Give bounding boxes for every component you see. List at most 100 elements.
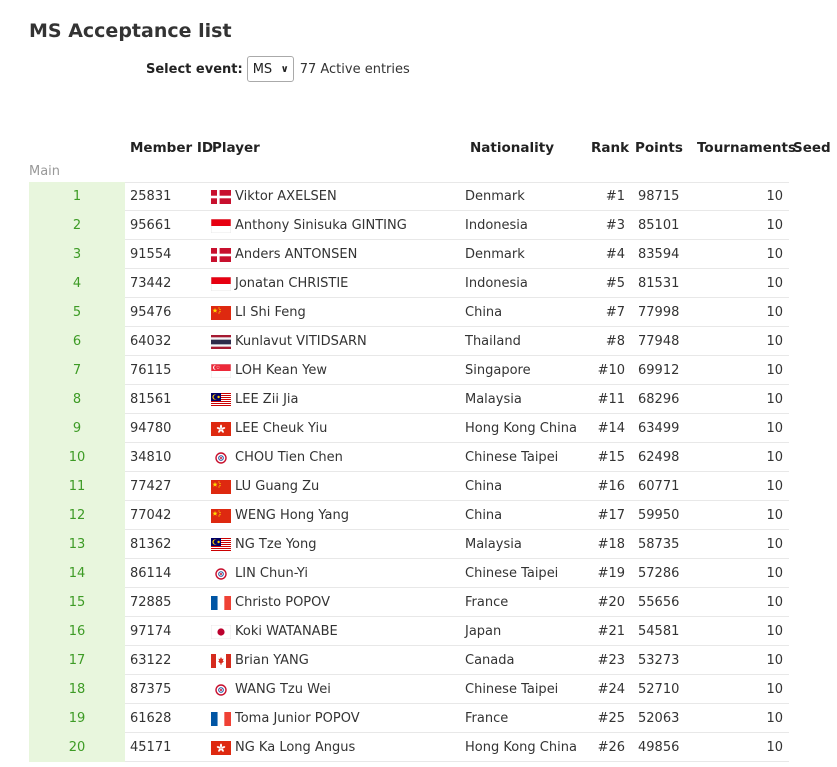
- row-number: 12: [29, 501, 125, 530]
- row-number: 18: [29, 675, 125, 704]
- nationality-cell: Hong Kong China: [465, 421, 577, 436]
- tournaments-cell: 10: [766, 392, 783, 407]
- column-header-seed[interactable]: Seed: [793, 140, 831, 156]
- points-cell: 58735: [638, 537, 680, 552]
- rank-cell: #8: [605, 334, 625, 349]
- points-cell: 83594: [638, 247, 680, 262]
- table-row: 20 45171 NG Ka Long Angus Hong Kong China #2…: [29, 733, 837, 762]
- column-header-nationality[interactable]: Nationality: [470, 140, 554, 156]
- table-row: 4 73442 Jonatan CHRISTIE Indonesia #5 81531 10: [29, 269, 837, 298]
- player-link[interactable]: NG Tze Yong: [235, 530, 317, 560]
- player-link[interactable]: LEE Zii Jia: [235, 385, 298, 415]
- tournaments-cell: 10: [766, 479, 783, 494]
- row-number: 8: [29, 385, 125, 414]
- nationality-cell: Singapore: [465, 363, 531, 378]
- points-cell: 81531: [638, 276, 680, 291]
- rank-cell: #21: [597, 624, 625, 639]
- nationality-cell: China: [465, 508, 503, 523]
- table-row: 1 25831 Viktor AXELSEN Denmark #1 98715 10: [29, 182, 837, 211]
- table-row: 18 87375 WANG Tzu Wei Chinese Taipei #24 5271…: [29, 675, 837, 704]
- player-link[interactable]: CHOU Tien Chen: [235, 443, 343, 473]
- table-row: 14 86114 LIN Chun-Yi Chinese Taipei #19 57286…: [29, 559, 837, 588]
- column-header-player[interactable]: Player: [212, 140, 260, 156]
- member-id-cell: 95476: [130, 305, 172, 320]
- member-id-cell: 64032: [130, 334, 172, 349]
- row-number: 13: [29, 530, 125, 559]
- player-link[interactable]: WANG Tzu Wei: [235, 675, 331, 705]
- tournaments-cell: 10: [766, 276, 783, 291]
- player-link[interactable]: LI Shi Feng: [235, 298, 306, 328]
- member-id-cell: 87375: [130, 682, 172, 697]
- points-cell: 63499: [638, 421, 680, 436]
- nationality-cell: China: [465, 479, 503, 494]
- rank-cell: #10: [597, 363, 625, 378]
- malaysia-flag-icon: [211, 393, 231, 407]
- rank-cell: #16: [597, 479, 625, 494]
- nationality-cell: Chinese Taipei: [465, 450, 559, 465]
- table-row: 10 34810 CHOU Tien Chen Chinese Taipei #15 62…: [29, 443, 837, 472]
- player-link[interactable]: Jonatan CHRISTIE: [235, 269, 348, 299]
- table-row: 13 81362 NG Tze Yong Malaysia #18 58735 10: [29, 530, 837, 559]
- section-label-main: Main: [29, 164, 61, 179]
- indonesia-flag-icon: [211, 219, 231, 233]
- tournaments-cell: 10: [766, 305, 783, 320]
- nationality-cell: Japan: [465, 624, 502, 639]
- column-header-rank[interactable]: Rank: [591, 140, 629, 156]
- column-header-member-id[interactable]: Member ID: [130, 140, 213, 156]
- rank-cell: #25: [597, 711, 625, 726]
- rank-cell: #11: [597, 392, 625, 407]
- player-link[interactable]: Anders ANTONSEN: [235, 240, 357, 270]
- player-link[interactable]: LOH Kean Yew: [235, 356, 327, 386]
- points-cell: 60771: [638, 479, 680, 494]
- chevron-down-icon: ∨: [280, 63, 289, 75]
- member-id-cell: 94780: [130, 421, 172, 436]
- rank-cell: #20: [597, 595, 625, 610]
- points-cell: 52710: [638, 682, 680, 697]
- member-id-cell: 97174: [130, 624, 172, 639]
- points-cell: 57286: [638, 566, 680, 581]
- points-cell: 98715: [638, 189, 680, 204]
- rank-cell: #14: [597, 421, 625, 436]
- player-link[interactable]: LU Guang Zu: [235, 472, 319, 502]
- rank-cell: #26: [597, 740, 625, 755]
- tournaments-cell: 10: [766, 189, 783, 204]
- acceptance-table: 1 25831 Viktor AXELSEN Denmark #1 98715 10 2 956…: [29, 182, 837, 762]
- row-number: 19: [29, 704, 125, 733]
- player-link[interactable]: Brian YANG: [235, 646, 309, 676]
- player-link[interactable]: Toma Junior POPOV: [235, 704, 360, 734]
- row-number: 4: [29, 269, 125, 298]
- player-link[interactable]: Viktor AXELSEN: [235, 182, 337, 212]
- tournaments-cell: 10: [766, 682, 783, 697]
- page-title: MS Acceptance list: [29, 20, 232, 42]
- member-id-cell: 73442: [130, 276, 172, 291]
- nationality-cell: Indonesia: [465, 218, 528, 233]
- points-cell: 77998: [638, 305, 680, 320]
- rank-cell: #23: [597, 653, 625, 668]
- player-link[interactable]: LIN Chun-Yi: [235, 559, 308, 589]
- rank-cell: #3: [605, 218, 625, 233]
- row-number: 10: [29, 443, 125, 472]
- indonesia-flag-icon: [211, 277, 231, 291]
- nationality-cell: Hong Kong China: [465, 740, 577, 755]
- tournaments-cell: 10: [766, 740, 783, 755]
- malaysia-flag-icon: [211, 538, 231, 552]
- points-cell: 68296: [638, 392, 680, 407]
- tournaments-cell: 10: [766, 363, 783, 378]
- player-link[interactable]: WENG Hong Yang: [235, 501, 349, 531]
- column-header-tournaments[interactable]: Tournaments: [697, 140, 796, 156]
- singapore-flag-icon: [211, 364, 231, 378]
- column-header-points[interactable]: Points: [635, 140, 683, 156]
- nationality-cell: Chinese Taipei: [465, 682, 559, 697]
- table-row: 7 76115 LOH Kean Yew Singapore #10 69912 10: [29, 356, 837, 385]
- rank-cell: #7: [605, 305, 625, 320]
- player-link[interactable]: NG Ka Long Angus: [235, 733, 355, 763]
- player-link[interactable]: Kunlavut VITIDSARN: [235, 327, 367, 357]
- player-link[interactable]: LEE Cheuk Yiu: [235, 414, 327, 444]
- event-select[interactable]: MS ∨: [246, 56, 294, 82]
- player-link[interactable]: Koki WATANABE: [235, 617, 338, 647]
- row-number: 11: [29, 472, 125, 501]
- china-flag-icon: [211, 480, 231, 494]
- player-link[interactable]: Christo POPOV: [235, 588, 330, 618]
- player-link[interactable]: Anthony Sinisuka GINTING: [235, 211, 407, 241]
- tournaments-cell: 10: [766, 421, 783, 436]
